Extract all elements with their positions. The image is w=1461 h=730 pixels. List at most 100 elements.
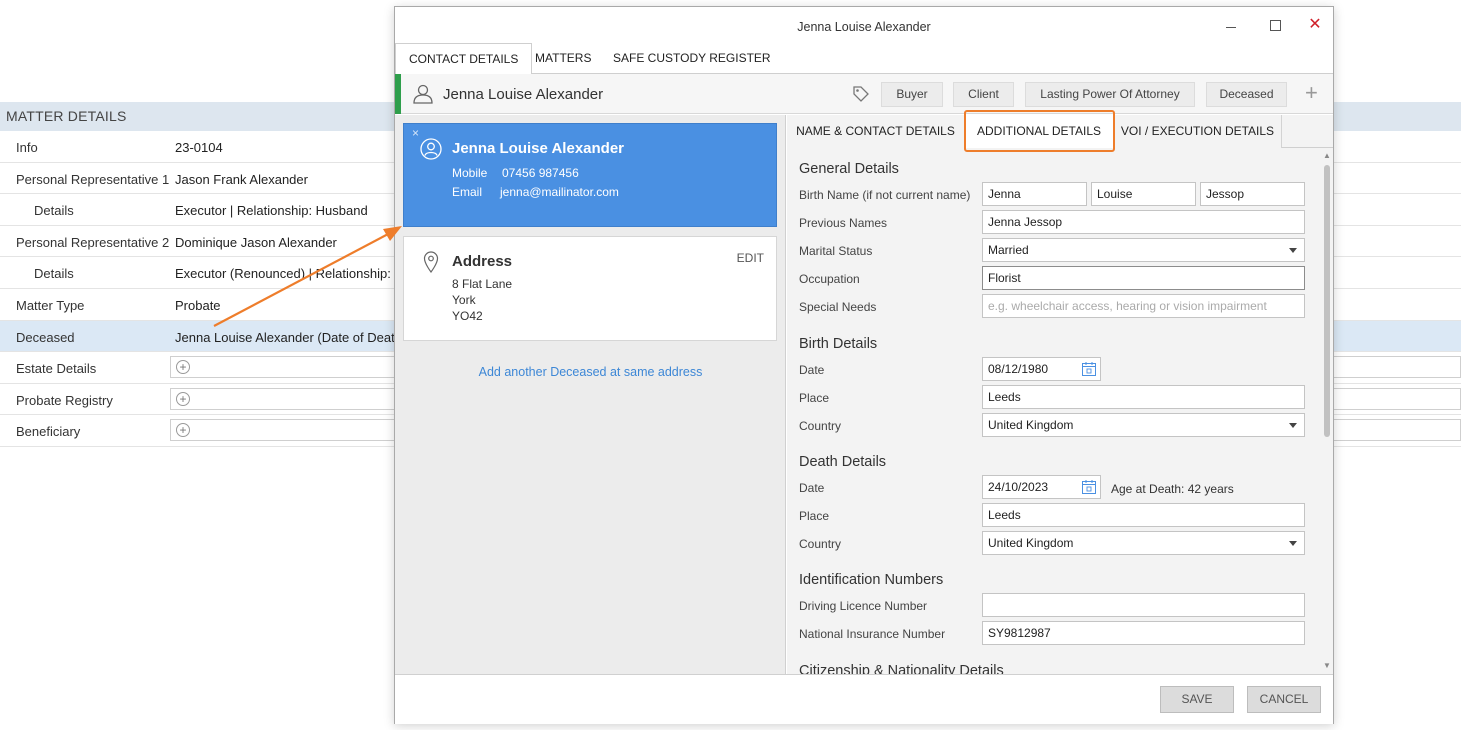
birth-middle-name-field[interactable]: Louise	[1091, 182, 1196, 206]
matter-row-value: 23-0104	[175, 140, 223, 155]
chevron-down-icon[interactable]	[1289, 248, 1297, 253]
chevron-down-icon[interactable]	[1289, 541, 1297, 546]
calendar-icon[interactable]	[1081, 479, 1097, 495]
tab-name-contact-details[interactable]: NAME & CONTACT DETAILS	[787, 115, 965, 148]
birth-date-value: 08/12/1980	[988, 362, 1049, 376]
occupation-field[interactable]: Florist	[982, 266, 1305, 290]
death-country-select[interactable]: United Kingdom	[982, 531, 1305, 555]
death-country-label: Country	[799, 537, 842, 551]
marital-status-value: Married	[988, 243, 1029, 257]
death-details-heading: Death Details	[799, 454, 887, 470]
dialog-footer: SAVE CANCEL	[395, 674, 1333, 724]
birth-date-picker[interactable]: 08/12/1980	[982, 357, 1101, 381]
birth-details-heading: Birth Details	[799, 336, 878, 352]
dialog-titlebar[interactable]: Jenna Louise Alexander ✕	[395, 7, 1333, 43]
card-contact-name: Jenna Louise Alexander	[452, 140, 625, 157]
person-circle-icon	[420, 138, 442, 160]
dialog-tabs: CONTACT DETAILS MATTERS SAFE CUSTODY REG…	[395, 43, 1333, 75]
add-another-deceased-link[interactable]: Add another Deceased at same address	[395, 365, 786, 379]
matter-row-value: Probate	[175, 297, 221, 313]
matter-row-label: Probate Registry	[16, 392, 113, 408]
dialog-title: Jenna Louise Alexander	[797, 20, 931, 34]
occupation-label: Occupation	[799, 272, 860, 286]
scroll-down-icon[interactable]: ▼	[1323, 661, 1331, 670]
previous-names-label: Previous Names	[799, 216, 888, 230]
contact-header-bar: Jenna Louise Alexander Buyer Client Last…	[395, 74, 1333, 114]
close-icon[interactable]: ✕	[1305, 15, 1325, 35]
driving-licence-field[interactable]	[982, 593, 1305, 617]
matter-row-label: Info	[16, 140, 38, 155]
scrollbar-thumb[interactable]	[1324, 165, 1330, 437]
birth-first-name-field[interactable]: Jenna	[982, 182, 1087, 206]
matter-row-label: Matter Type	[16, 297, 85, 313]
maximize-icon[interactable]	[1265, 15, 1285, 35]
tab-voi-execution-details[interactable]: VOI / EXECUTION DETAILS	[1114, 115, 1282, 148]
add-circle-icon[interactable]: +	[176, 391, 190, 406]
tag-icon[interactable]	[852, 85, 870, 103]
birth-country-label: Country	[799, 419, 842, 433]
role-deceased[interactable]: Deceased	[1206, 82, 1287, 107]
birth-place-label: Place	[799, 391, 830, 405]
save-button[interactable]: SAVE	[1160, 686, 1234, 713]
birth-place-field[interactable]: Leeds	[982, 385, 1305, 409]
role-buyer[interactable]: Buyer	[881, 82, 943, 107]
add-circle-icon[interactable]: +	[176, 360, 190, 375]
details-pane: NAME & CONTACT DETAILS ADDITIONAL DETAIL…	[787, 110, 1333, 674]
previous-names-field[interactable]: Jenna Jessop	[982, 210, 1305, 234]
chevron-down-icon[interactable]	[1289, 423, 1297, 428]
contact-card[interactable]: × Jenna Louise Alexander Mobile 07456 98…	[403, 123, 777, 227]
general-details-heading: General Details	[799, 161, 899, 177]
detail-subtabs: NAME & CONTACT DETAILS ADDITIONAL DETAIL…	[787, 110, 1333, 152]
matter-row-value: Executor (Renounced) | Relationship: S	[175, 266, 404, 282]
death-date-value: 24/10/2023	[988, 480, 1049, 494]
death-date-label: Date	[799, 481, 825, 495]
matter-row-value: Jason Frank Alexander	[175, 171, 308, 187]
address-line: York	[452, 293, 476, 307]
special-needs-field[interactable]: e.g. wheelchair access, hearing or visio…	[982, 294, 1305, 318]
death-place-label: Place	[799, 509, 830, 523]
special-needs-label: Special Needs	[799, 300, 877, 314]
tab-contact-details[interactable]: CONTACT DETAILS	[395, 43, 533, 75]
add-role-icon[interactable]: +	[1305, 82, 1318, 104]
add-circle-icon[interactable]: +	[176, 423, 190, 438]
edit-address-button[interactable]: EDIT	[737, 251, 764, 265]
marital-status-select[interactable]: Married	[982, 238, 1305, 262]
birth-country-select[interactable]: United Kingdom	[982, 413, 1305, 437]
birth-name-label: Birth Name (if not current name)	[799, 188, 971, 202]
cancel-button[interactable]: CANCEL	[1247, 686, 1321, 713]
additional-details-form: General Details Birth Name (if not curre…	[787, 149, 1321, 674]
role-client[interactable]: Client	[953, 82, 1014, 107]
address-heading: Address	[452, 253, 513, 270]
birth-last-name-field[interactable]: Jessop	[1200, 182, 1305, 206]
address-card: Address EDIT 8 Flat Lane York YO42	[403, 236, 777, 341]
remove-contact-icon[interactable]: ×	[412, 126, 419, 140]
matter-row-label: Beneficiary	[16, 424, 81, 440]
matter-row-value: Executor | Relationship: Husband	[175, 203, 368, 219]
minimize-icon[interactable]	[1221, 15, 1241, 35]
age-at-death-text: Age at Death: 42 years	[1111, 482, 1234, 496]
contact-dialog: Jenna Louise Alexander ✕ CONTACT DETAILS…	[394, 6, 1334, 724]
contact-accent-stripe	[395, 74, 401, 114]
location-pin-icon	[423, 251, 439, 273]
person-icon	[413, 84, 433, 104]
tab-safe-custody-register[interactable]: SAFE CUSTODY REGISTER	[600, 43, 784, 74]
death-date-picker[interactable]: 24/10/2023	[982, 475, 1101, 499]
death-country-value: United Kingdom	[988, 536, 1074, 550]
matter-row-label: Details	[34, 203, 74, 219]
death-place-field[interactable]: Leeds	[982, 503, 1305, 527]
scroll-up-icon[interactable]: ▲	[1323, 151, 1331, 160]
mobile-label: Mobile	[452, 166, 488, 180]
calendar-icon[interactable]	[1081, 361, 1097, 377]
email-value: jenna@mailinator.com	[500, 185, 619, 199]
role-lasting-power-of-attorney[interactable]: Lasting Power Of Attorney	[1025, 82, 1195, 107]
contact-name: Jenna Louise Alexander	[443, 86, 604, 103]
identification-heading: Identification Numbers	[799, 572, 944, 588]
form-scrollbar[interactable]: ▲ ▼	[1321, 149, 1333, 674]
matter-row-value: Jenna Louise Alexander (Date of Death	[175, 329, 402, 345]
ni-number-field[interactable]: SY9812987	[982, 621, 1305, 645]
citizenship-heading: Citizenship & Nationality Details	[799, 663, 1004, 674]
matter-row-label: Personal Representative 2	[16, 234, 170, 250]
address-line: 8 Flat Lane	[452, 277, 513, 291]
mobile-value: 07456 987456	[502, 166, 579, 180]
tab-matters[interactable]: MATTERS	[522, 43, 604, 74]
